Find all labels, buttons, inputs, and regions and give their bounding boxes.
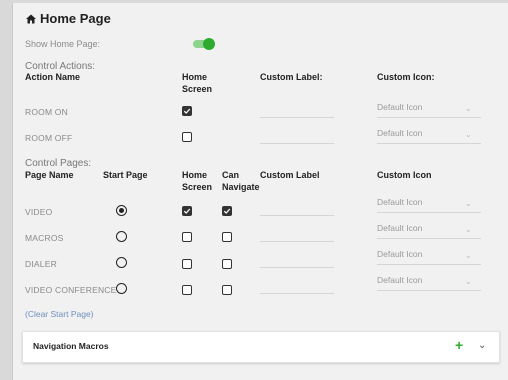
macros-can-navigate-checkbox[interactable] [222, 232, 232, 242]
plus-icon[interactable]: + [455, 337, 463, 353]
dialer-home-screen-checkbox[interactable] [182, 259, 192, 269]
dialer-can-navigate-checkbox[interactable] [222, 259, 232, 269]
page-name-video: VIDEO [25, 207, 53, 217]
room-off-icon-select-value[interactable]: Default Icon [377, 128, 422, 138]
dialer-icon-caret-icon: ⌄ [465, 251, 472, 260]
header-action-name: Action Name [25, 72, 81, 82]
check-icon [223, 208, 231, 214]
chevron-down-icon[interactable]: ⌄ [478, 340, 486, 351]
macros-custom-label-input[interactable] [260, 241, 334, 242]
video-conference-home-screen-checkbox[interactable] [182, 285, 192, 295]
macros-home-screen-checkbox[interactable] [182, 232, 192, 242]
video-custom-label-input[interactable] [260, 215, 334, 216]
video-icon-select-value[interactable]: Default Icon [377, 197, 422, 207]
header-custom-icon: Custom Icon: [377, 72, 435, 82]
video-icon-underline [377, 212, 481, 213]
video-conference-icon-caret-icon: ⌄ [465, 277, 472, 286]
dialer-custom-label-input[interactable] [260, 267, 334, 268]
macros-icon-caret-icon: ⌄ [465, 225, 472, 234]
macros-start-page-radio[interactable] [116, 231, 127, 242]
video-conference-icon-underline [377, 290, 481, 291]
macros-icon-select-value[interactable]: Default Icon [377, 223, 422, 233]
room-off-icon-underline [377, 143, 481, 144]
video-conference-icon-select-value[interactable]: Default Icon [377, 275, 422, 285]
header-start-page: Start Page [103, 170, 148, 180]
action-name-room-on: ROOM ON [25, 107, 68, 117]
page-name-video-conference: VIDEO CONFERENCE [25, 285, 117, 295]
dialer-start-page-radio[interactable] [116, 257, 127, 268]
header-can-navigate: Can Navigate [222, 170, 260, 192]
room-on-icon-underline [377, 117, 481, 118]
header-custom-label-pages: Custom Label [260, 170, 320, 180]
header-home-screen: Home Screen [182, 72, 213, 94]
video-icon-caret-icon: ⌄ [465, 199, 472, 208]
check-icon [183, 108, 191, 114]
room-off-icon-caret-icon: ⌄ [465, 130, 472, 139]
home-page-panel: Home Page Show Home Page: Control Action… [12, 3, 508, 380]
clear-start-page-link[interactable]: (Clear Start Page) [25, 309, 94, 319]
room-on-icon-caret-icon: ⌄ [465, 104, 472, 113]
room-off-custom-label-input[interactable] [260, 143, 334, 144]
page-name-dialer: DIALER [25, 259, 57, 269]
header-custom-label: Custom Label: [260, 72, 323, 82]
room-on-custom-label-input[interactable] [260, 117, 334, 118]
page-name-macros: MACROS [25, 233, 64, 243]
video-start-page-radio[interactable] [116, 205, 127, 216]
macros-icon-underline [377, 238, 481, 239]
video-home-screen-checkbox[interactable] [182, 206, 192, 216]
header-home-screen-pages: Home Screen [182, 170, 213, 192]
show-home-page-label: Show Home Page: [25, 39, 101, 49]
header-page-name: Page Name [25, 170, 74, 180]
video-conference-can-navigate-checkbox[interactable] [222, 285, 232, 295]
action-name-room-off: ROOM OFF [25, 133, 73, 143]
room-on-home-screen-checkbox[interactable] [182, 106, 192, 116]
video-conference-start-page-radio[interactable] [116, 283, 127, 294]
video-conference-custom-label-input[interactable] [260, 293, 334, 294]
show-home-page-toggle[interactable] [191, 38, 215, 50]
page-title: Home Page [25, 11, 111, 26]
toggle-knob [203, 38, 215, 50]
check-icon [183, 208, 191, 214]
control-pages-section-label: Control Pages: [25, 158, 92, 169]
home-icon [26, 14, 36, 23]
room-off-home-screen-checkbox[interactable] [182, 132, 192, 142]
page-title-text: Home Page [40, 11, 111, 26]
navigation-macros-title: Navigation Macros [33, 341, 109, 351]
room-on-icon-select-value[interactable]: Default Icon [377, 102, 422, 112]
header-custom-icon-pages: Custom Icon [377, 170, 432, 180]
dialer-icon-underline [377, 264, 481, 265]
navigation-macros-card[interactable]: Navigation Macros + ⌄ [22, 331, 500, 363]
dialer-icon-select-value[interactable]: Default Icon [377, 249, 422, 259]
video-can-navigate-checkbox[interactable] [222, 206, 232, 216]
